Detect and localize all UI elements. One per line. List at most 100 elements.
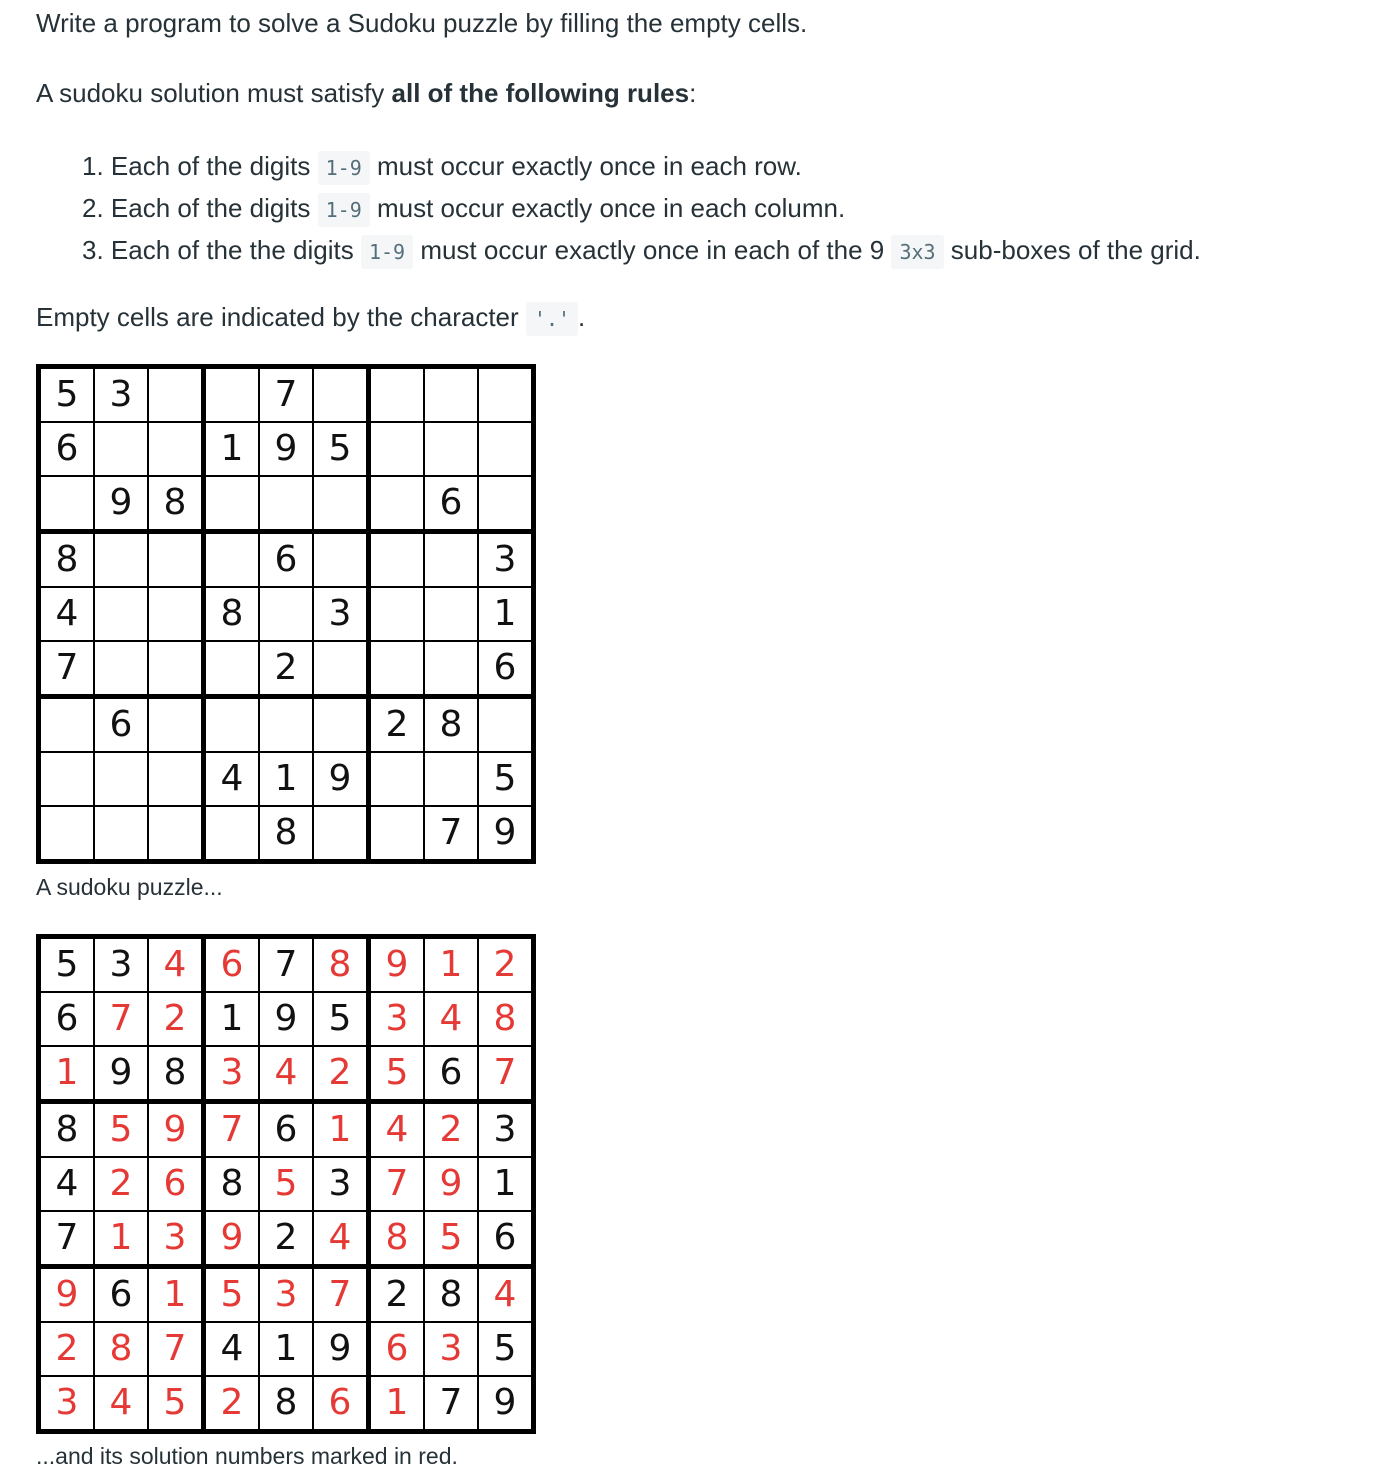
sudoku-cell — [149, 423, 201, 475]
inline-code: '.' — [525, 302, 579, 336]
sudoku-cell: 6 — [260, 534, 312, 586]
sudoku-cell: 3 — [314, 588, 366, 640]
rule-item: 1. Each of the digits 1-9 must occur exa… — [82, 145, 1201, 187]
sudoku-cell: 2 — [206, 1377, 258, 1429]
sudoku-cell: 2 — [479, 939, 531, 991]
sudoku-cell: 2 — [260, 642, 312, 694]
rules-list: 1. Each of the digits 1-9 must occur exa… — [82, 145, 1201, 271]
sudoku-cell — [479, 477, 531, 529]
sudoku-cell: 8 — [41, 534, 93, 586]
sudoku-cell — [149, 534, 201, 586]
sudoku-cell: 4 — [41, 1158, 93, 1210]
sudoku-cell: 9 — [260, 993, 312, 1045]
sudoku-cell: 9 — [95, 477, 147, 529]
sudoku-cell: 3 — [95, 939, 147, 991]
sudoku-cell: 5 — [314, 423, 366, 475]
sudoku-cell: 4 — [206, 1323, 258, 1375]
sudoku-cell — [206, 699, 258, 751]
sudoku-cell: 9 — [314, 1323, 366, 1375]
sudoku-cell — [314, 807, 366, 859]
sudoku-cell: 5 — [41, 369, 93, 421]
sudoku-cell — [371, 588, 423, 640]
sudoku-cell: 1 — [41, 1047, 93, 1099]
inline-code: 1-9 — [360, 235, 414, 269]
sudoku-cell: 5 — [149, 1377, 201, 1429]
sudoku-cell — [149, 699, 201, 751]
sudoku-cell: 8 — [425, 1269, 477, 1321]
sudoku-cell: 8 — [206, 588, 258, 640]
sudoku-cell — [479, 423, 531, 475]
sudoku-cell: 2 — [260, 1212, 312, 1264]
sudoku-cell: 5 — [206, 1269, 258, 1321]
sudoku-cell: 7 — [314, 1269, 366, 1321]
sudoku-cell: 2 — [149, 993, 201, 1045]
sudoku-cell: 3 — [95, 369, 147, 421]
rule-text: sub-boxes of the grid. — [943, 235, 1201, 265]
sudoku-cell: 2 — [425, 1104, 477, 1156]
sudoku-cell: 3 — [371, 993, 423, 1045]
rule-item: 3. Each of the the digits 1-9 must occur… — [82, 229, 1201, 271]
sudoku-cell — [149, 588, 201, 640]
sudoku-cell: 9 — [425, 1158, 477, 1210]
sudoku-cell: 3 — [206, 1047, 258, 1099]
sudoku-cell: 2 — [41, 1323, 93, 1375]
sudoku-cell — [425, 753, 477, 805]
sudoku-cell: 3 — [41, 1377, 93, 1429]
sudoku-cell: 2 — [371, 699, 423, 751]
sudoku-cell: 6 — [260, 1104, 312, 1156]
puzzle-caption: A sudoku puzzle... — [36, 874, 223, 900]
sudoku-cell: 4 — [41, 588, 93, 640]
sudoku-puzzle-grid: 537619598686348317266284195879 — [36, 364, 536, 864]
sudoku-cell: 6 — [95, 1269, 147, 1321]
sudoku-cell: 1 — [479, 1158, 531, 1210]
sudoku-cell: 6 — [41, 993, 93, 1045]
sudoku-cell — [206, 534, 258, 586]
sudoku-cell: 5 — [95, 1104, 147, 1156]
sudoku-cell — [41, 753, 93, 805]
sudoku-cell: 7 — [206, 1104, 258, 1156]
sudoku-cell: 1 — [425, 939, 477, 991]
rule-text: Each of the the digits — [110, 235, 361, 265]
sudoku-cell — [206, 477, 258, 529]
rule-number: 1. — [82, 151, 104, 181]
empty-cells-text: Empty cells are indicated by the charact… — [36, 300, 585, 336]
rules-intro-suffix: : — [689, 78, 697, 108]
sudoku-cell — [314, 534, 366, 586]
sudoku-cell: 7 — [371, 1158, 423, 1210]
rule-number: 3. — [82, 235, 104, 265]
sudoku-cell: 7 — [149, 1323, 201, 1375]
sudoku-cell: 1 — [260, 753, 312, 805]
sudoku-cell — [314, 369, 366, 421]
intro-text: Write a program to solve a Sudoku puzzle… — [36, 8, 808, 38]
rule-text: Each of the digits — [110, 193, 318, 223]
inline-code: 1-9 — [317, 193, 370, 227]
sudoku-cell: 6 — [41, 423, 93, 475]
rules-intro-bold: all of the following rules — [391, 78, 690, 108]
sudoku-cell: 9 — [206, 1212, 258, 1264]
sudoku-cell: 7 — [95, 993, 147, 1045]
sudoku-cell: 7 — [260, 369, 312, 421]
sudoku-cell — [95, 423, 147, 475]
sudoku-cell: 5 — [41, 939, 93, 991]
sudoku-cell: 9 — [371, 939, 423, 991]
sudoku-cell: 8 — [479, 993, 531, 1045]
sudoku-cell: 4 — [314, 1212, 366, 1264]
sudoku-cell: 8 — [260, 1377, 312, 1429]
sudoku-cell — [371, 753, 423, 805]
sudoku-cell: 7 — [425, 1377, 477, 1429]
sudoku-cell: 4 — [95, 1377, 147, 1429]
sudoku-cell: 8 — [314, 939, 366, 991]
sudoku-cell: 4 — [371, 1104, 423, 1156]
sudoku-cell: 1 — [479, 588, 531, 640]
sudoku-cell: 6 — [479, 642, 531, 694]
sudoku-cell: 3 — [425, 1323, 477, 1375]
sudoku-cell: 1 — [260, 1323, 312, 1375]
sudoku-cell: 8 — [425, 699, 477, 751]
sudoku-cell — [41, 699, 93, 751]
sudoku-cell: 4 — [425, 993, 477, 1045]
sudoku-cell: 7 — [479, 1047, 531, 1099]
empty-cells-prefix: Empty cells are indicated by the charact… — [36, 302, 526, 332]
sudoku-cell: 4 — [479, 1269, 531, 1321]
rule-item: 2. Each of the digits 1-9 must occur exa… — [82, 187, 1201, 229]
sudoku-cell: 5 — [314, 993, 366, 1045]
